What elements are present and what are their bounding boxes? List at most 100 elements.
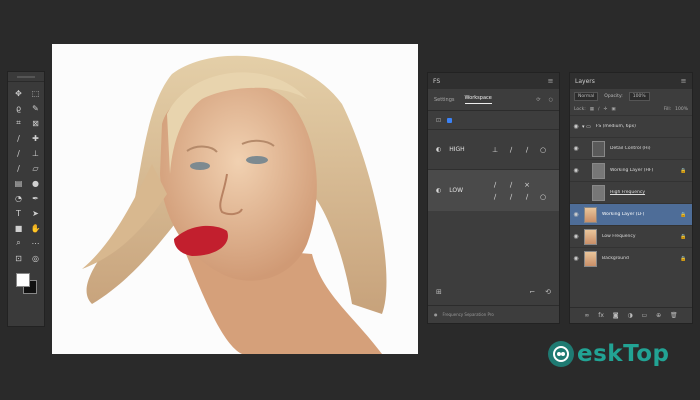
fill-label: Fill:	[663, 106, 672, 112]
eyedropper-tool-icon[interactable]: ∕	[10, 131, 27, 145]
brush-tool-icon[interactable]: ∕	[10, 146, 27, 160]
history-icon[interactable]: ⟲	[545, 288, 551, 296]
pen-tool-icon[interactable]: ✒	[27, 191, 44, 205]
history-brush-tool-icon[interactable]: ∕	[10, 161, 27, 175]
new-layer-icon[interactable]: ⊕	[656, 312, 661, 319]
layer-thumbnail	[584, 228, 597, 245]
layer-row[interactable]: ◉ Working Layer (LF) 🔒	[570, 203, 692, 225]
quick-select-tool-icon[interactable]: ✎	[27, 101, 44, 115]
visibility-eye-icon[interactable]: ◉	[570, 167, 582, 174]
opacity-input[interactable]: 100%	[628, 91, 650, 101]
circle-tool-icon[interactable]: ○	[537, 192, 549, 202]
close-icon[interactable]: ×	[521, 180, 533, 190]
lock-icon: 🔒	[680, 167, 687, 174]
tab-workspace[interactable]: Workspace	[464, 95, 492, 104]
frequency-separation-panel: FS ≡ Settings Workspace ⟳ ○ ⊡ ◐ HIGH ⊥ ∕…	[427, 72, 560, 324]
edit-toolbar-tool-icon[interactable]: ⊡	[10, 251, 27, 265]
circle-icon[interactable]: ○	[549, 97, 553, 103]
brush-soft-icon[interactable]: ∕	[521, 192, 533, 202]
low-tools: ∕ ∕ × ∕ ∕ ∕ ○	[489, 180, 551, 202]
layer-name: Working Layer (LF)	[602, 212, 645, 217]
layer-row[interactable]: High Frequency	[570, 181, 692, 203]
brush-settings-icon[interactable]: ⊡	[436, 117, 441, 124]
hand-tool-icon[interactable]: ✋	[27, 221, 44, 235]
tab-settings[interactable]: Settings	[434, 97, 455, 103]
crop-icon[interactable]: ⌐	[529, 288, 535, 296]
link-icon[interactable]: ∞	[584, 312, 589, 319]
low-frequency-row[interactable]: ◐ LOW ∕ ∕ × ∕ ∕ ∕ ○	[428, 169, 559, 211]
folder-icon[interactable]: ▭	[642, 312, 648, 319]
brush-alt-icon[interactable]: ∕	[505, 180, 517, 190]
clone-stamp-tool-icon[interactable]: ⊥	[27, 146, 44, 160]
visibility-eye-icon[interactable]: ◉	[570, 123, 582, 130]
layers-panel-header[interactable]: Layers ≡	[570, 73, 692, 89]
circle-tool-icon[interactable]: ○	[537, 145, 549, 155]
layer-row[interactable]: ◉ Low Frequency 🔒	[570, 225, 692, 247]
visibility-eye-icon[interactable]: ◉	[570, 145, 582, 152]
fs-panel-title: FS	[433, 77, 441, 85]
layer-row[interactable]: ◉ Background 🔒	[570, 247, 692, 269]
lock-icon: 🔒	[680, 233, 687, 240]
frame-tool-icon[interactable]: ⊠	[27, 116, 44, 130]
quick-mask-tool-icon[interactable]: ◎	[27, 251, 44, 265]
high-frequency-row[interactable]: ◐ HIGH ⊥ ∕ ∕ ○	[428, 129, 559, 169]
layer-row[interactable]: ◉ Detail Control (Hi)	[570, 137, 692, 159]
lock-transparency-icon[interactable]: ▦	[590, 107, 594, 112]
crop-tool-icon[interactable]: ⌗	[10, 116, 27, 130]
info-icon[interactable]: ●	[434, 312, 438, 317]
blur-tool-icon[interactable]: ●	[27, 176, 44, 190]
trash-icon[interactable]: 🗑	[670, 312, 678, 319]
dodge-tool-icon[interactable]: ◔	[10, 191, 27, 205]
adjustment-icon[interactable]: ◑	[627, 312, 632, 319]
path-select-tool-icon[interactable]: ➤	[27, 206, 44, 220]
move-tool-icon[interactable]: ✥	[10, 86, 27, 100]
fs-tabs: Settings Workspace ⟳ ○	[428, 89, 559, 111]
visibility-eye-icon[interactable]: ◉	[570, 233, 582, 240]
foreground-color[interactable]	[16, 273, 30, 287]
toolbar-grip[interactable]	[8, 72, 44, 82]
half-moon-icon: ◐	[436, 146, 442, 153]
tools-panel: ✥ ⬚ ϱ ✎ ⌗ ⊠ ∕ ✚ ∕ ⊥ ∕ ▱ ▤ ● ◔ ✒ T ➤ ■ ✋ ⌕ ⋯ ⊡ ◎	[7, 71, 45, 327]
brush-icon[interactable]: ∕	[489, 180, 501, 190]
mask-icon[interactable]: ◙	[613, 312, 619, 319]
stamp-icon[interactable]: ⊥	[489, 145, 501, 155]
tool-grid: ✥ ⬚ ϱ ✎ ⌗ ⊠ ∕ ✚ ∕ ⊥ ∕ ▱ ▤ ● ◔ ✒ T ➤ ■ ✋ ⌕ ⋯ ⊡ ◎	[8, 82, 44, 269]
blend-row: Normal Opacity: 100%	[570, 89, 692, 103]
color-indicator[interactable]	[447, 117, 453, 123]
refresh-icon[interactable]: ⟳	[536, 97, 540, 103]
lock-pixels-icon[interactable]: ∕	[598, 107, 600, 112]
zoom-tool-icon[interactable]: ⌕	[10, 236, 27, 250]
type-tool-icon[interactable]: T	[10, 206, 27, 220]
layer-thumbnail	[592, 184, 605, 201]
rectangle-tool-icon[interactable]: ■	[10, 221, 27, 235]
fx-icon[interactable]: fx	[598, 312, 604, 319]
layer-row[interactable]: ◉ ▾ ▭ FS (medium, 6px)	[570, 115, 692, 137]
color-swatches[interactable]	[12, 273, 40, 299]
lock-all-icon[interactable]: ▣	[611, 107, 615, 112]
visibility-eye-icon[interactable]: ◉	[570, 255, 582, 262]
lasso-tool-icon[interactable]: ϱ	[10, 101, 27, 115]
chevron-down-icon[interactable]: ▾ ▭	[582, 124, 591, 130]
brush-alt-icon[interactable]: ∕	[505, 192, 517, 202]
layer-row[interactable]: ◉ Working Layer (HF) 🔒	[570, 159, 692, 181]
eraser-tool-icon[interactable]: ▱	[27, 161, 44, 175]
healing-tool-icon[interactable]: ✚	[27, 131, 44, 145]
fill-input[interactable]: 100%	[675, 107, 688, 112]
fs-panel-header[interactable]: FS ≡	[428, 73, 559, 89]
grid-icon[interactable]: ⊞	[436, 288, 442, 296]
layer-name: Working Layer (HF)	[610, 168, 654, 173]
brush-icon[interactable]: ∕	[489, 192, 501, 202]
document-canvas[interactable]	[52, 44, 418, 354]
blend-mode-select[interactable]: Normal	[574, 91, 599, 101]
lock-position-icon[interactable]: ✛	[604, 107, 608, 112]
panel-menu-icon[interactable]: ≡	[548, 77, 554, 85]
brush-alt-icon[interactable]: ∕	[521, 145, 533, 155]
portrait-image	[52, 44, 418, 354]
marquee-tool-icon[interactable]: ⬚	[27, 86, 44, 100]
brush-icon[interactable]: ∕	[505, 145, 517, 155]
layers-footer: ∞ fx ◙ ◑ ▭ ⊕ 🗑	[570, 307, 692, 323]
more-tool-icon[interactable]: ⋯	[27, 236, 44, 250]
gradient-tool-icon[interactable]: ▤	[10, 176, 27, 190]
visibility-eye-icon[interactable]: ◉	[570, 211, 582, 218]
panel-menu-icon[interactable]: ≡	[681, 77, 687, 85]
